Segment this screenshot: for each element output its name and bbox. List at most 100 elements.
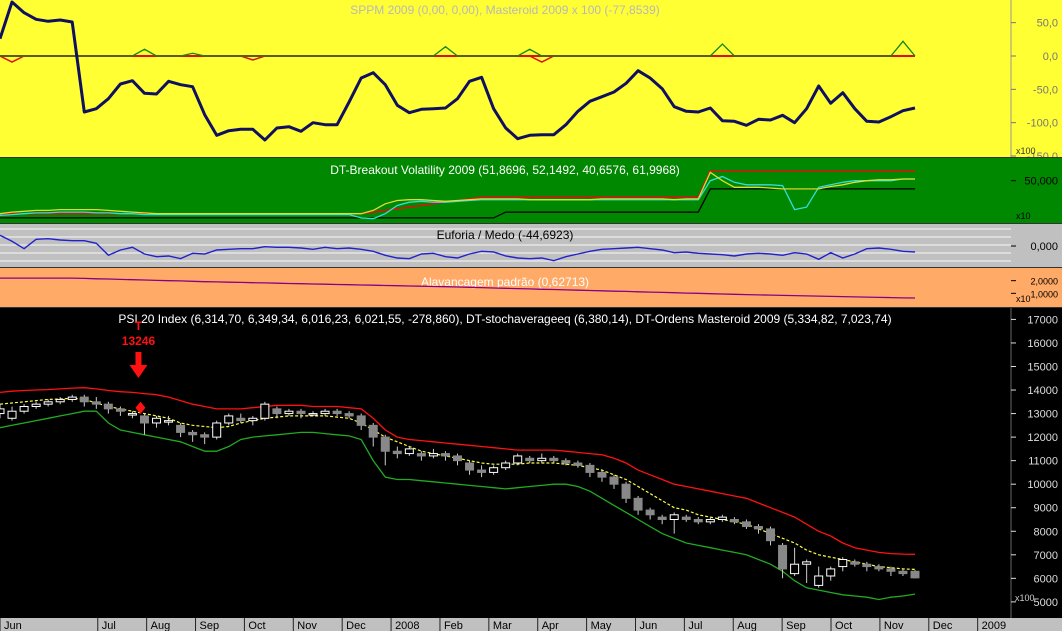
candle — [645, 509, 655, 516]
candle — [753, 526, 763, 530]
price-tick-label: 9000 — [1034, 503, 1058, 515]
alavancagem-scale-label: x10 — [1016, 294, 1031, 304]
x-axis-tick-label: Sep — [786, 620, 806, 631]
x-axis-tick-label: Apr — [542, 620, 559, 631]
candle — [597, 471, 607, 478]
price-title: PSI 20 Index (6,314,70, 6,349,34, 6,016,… — [118, 312, 891, 326]
candle — [320, 410, 330, 415]
candle — [91, 401, 101, 405]
candle — [741, 521, 751, 528]
candle — [43, 401, 53, 405]
candle — [886, 568, 896, 572]
alavancagem-panel: Alavancagem padrão (0,62713) 2,00001,000… — [0, 268, 1062, 307]
candle — [489, 467, 499, 473]
annotation-arrow-shaft — [135, 352, 142, 366]
candle — [308, 413, 318, 416]
price-scale-label: x100 — [1015, 593, 1035, 603]
sppm-panel: SPPM 2009 (0,00, 0,00), Masteroid 2009 x… — [0, 0, 1062, 163]
x-axis-tick-label: Feb — [444, 620, 463, 631]
price-tick-label: 11000 — [1028, 456, 1058, 468]
candle — [248, 417, 258, 422]
price-tick-label: 5000 — [1034, 597, 1058, 609]
candle — [537, 457, 547, 462]
sppm-tick-label: -100,0 — [1027, 118, 1058, 130]
x-axis-tick-label: Sep — [200, 620, 220, 631]
candle — [416, 453, 426, 457]
candle — [188, 431, 198, 436]
candle — [284, 410, 294, 415]
x-axis-tick-label: Dec — [933, 620, 953, 631]
candle — [164, 420, 174, 423]
x-axis-tick-label: Nov — [884, 620, 904, 631]
sppm-tick-label: 0,0 — [1043, 51, 1058, 63]
price-tick-label: 16000 — [1027, 338, 1058, 350]
candle — [55, 398, 65, 403]
price-tick-label: 7000 — [1034, 550, 1058, 562]
candle — [862, 563, 872, 568]
candle — [573, 462, 583, 466]
candle — [79, 396, 89, 403]
candle — [850, 561, 860, 565]
candle — [693, 518, 703, 523]
candle — [404, 448, 414, 455]
x-axis-tick-label: Jul — [688, 620, 702, 631]
candle — [236, 417, 246, 422]
x-axis-tick-label: Nov — [297, 620, 317, 631]
candle — [802, 561, 812, 565]
candle — [501, 462, 511, 469]
candle — [621, 483, 631, 499]
price-tick-label: 8000 — [1034, 526, 1058, 538]
price-panel: PSI 20 Index (6,314,70, 6,349,34, 6,016,… — [0, 308, 1062, 618]
x-axis-tick-label: Dec — [346, 620, 366, 631]
sppm-background — [0, 0, 1062, 157]
x-axis-tick-label: May — [591, 620, 612, 631]
candle — [705, 518, 715, 523]
candle — [717, 516, 727, 520]
price-tick-label: 12000 — [1027, 432, 1058, 444]
candle — [0, 408, 5, 415]
candle — [272, 408, 282, 415]
x-axis-tick-label: 2009 — [982, 620, 1006, 631]
candle — [127, 413, 137, 416]
candle — [224, 415, 234, 424]
candle — [549, 457, 559, 462]
candle — [200, 434, 210, 438]
candle — [525, 457, 535, 462]
candle — [633, 497, 643, 511]
candle — [826, 568, 836, 577]
candle — [465, 462, 475, 471]
annotation-label-top: T — [135, 319, 143, 333]
price-tick-label: 6000 — [1034, 573, 1058, 585]
candle — [477, 469, 487, 473]
candle — [778, 544, 788, 570]
candle — [910, 570, 920, 579]
candle — [7, 410, 17, 419]
x-axis-tick-label: 2008 — [395, 620, 419, 631]
candle — [260, 403, 270, 419]
candle — [681, 516, 691, 520]
candle — [585, 464, 595, 473]
candle — [332, 410, 342, 415]
candle — [392, 450, 402, 455]
breakout-title: DT-Breakout Volatility 2009 (51,8696, 52… — [330, 163, 680, 177]
x-axis-tick-label: Aug — [151, 620, 171, 631]
x-axis-tick-label: Jun — [4, 620, 22, 631]
price-tick-label: 15000 — [1027, 361, 1058, 373]
alavancagem-tick-label: 2,0000 — [1030, 277, 1058, 287]
candle — [669, 514, 679, 520]
candle — [814, 575, 824, 586]
candle — [440, 453, 450, 457]
candle — [344, 413, 354, 417]
candle — [898, 570, 908, 575]
candle — [176, 424, 186, 433]
candle — [453, 455, 462, 462]
x-axis-tick-label: Jul — [102, 620, 116, 631]
candle — [19, 406, 29, 412]
breakout-tick-label: 50,000 — [1024, 176, 1058, 188]
candle — [513, 455, 523, 464]
chart-canvas: SPPM 2009 (0,00, 0,00), Masteroid 2009 x… — [0, 0, 1062, 631]
breakout-panel: DT-Breakout Volatility 2009 (51,8696, 52… — [0, 158, 1062, 223]
price-tick-label: 17000 — [1027, 314, 1058, 326]
candle — [212, 422, 222, 438]
euforia-title: Euforia / Medo (-44,6923) — [437, 228, 574, 242]
